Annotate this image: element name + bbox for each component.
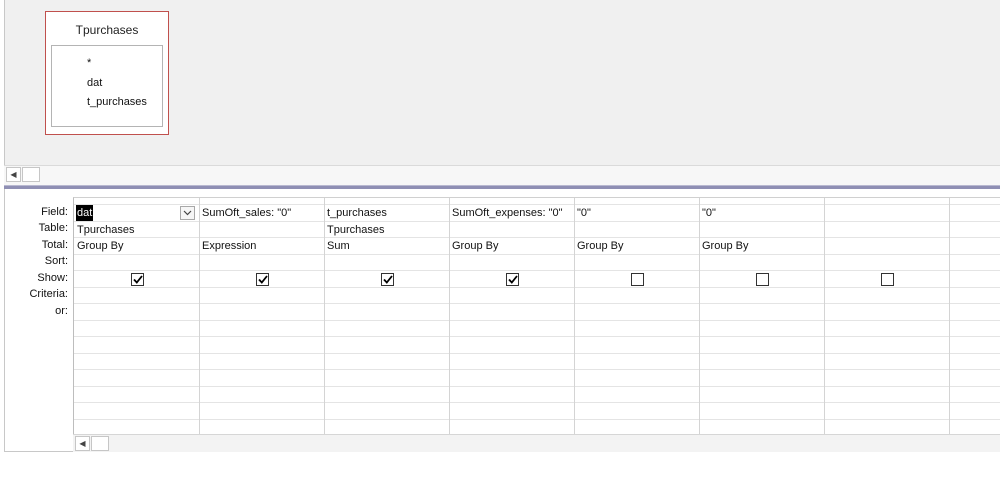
total-cell-col1[interactable]: Group By xyxy=(77,238,123,254)
query-table-pane: Tpurchases * dat t_purchases xyxy=(4,0,1000,165)
checkmark-icon xyxy=(132,275,143,284)
show-checkbox-col2[interactable] xyxy=(256,273,269,286)
chevron-down-icon xyxy=(183,210,192,216)
show-checkbox-col7[interactable] xyxy=(881,273,894,286)
row-label-criteria: Criteria: xyxy=(29,288,68,300)
grid-scroll-thumb[interactable] xyxy=(91,436,109,451)
field-cell-col5[interactable]: "0" xyxy=(577,205,591,221)
scroll-left-button[interactable]: ◀ xyxy=(6,167,21,182)
arrow-left-icon: ◀ xyxy=(10,170,17,179)
field-list-item-all[interactable]: * xyxy=(87,57,91,69)
field-list-item-dat[interactable]: dat xyxy=(87,77,102,89)
total-cell-col4[interactable]: Group By xyxy=(452,238,498,254)
field-list[interactable]: * dat t_purchases xyxy=(51,45,163,127)
grid-horizontal-scrollbar[interactable]: ◀ xyxy=(73,434,1000,452)
row-label-or: or: xyxy=(55,305,68,317)
table-cell-col3[interactable]: Tpurchases xyxy=(327,222,384,238)
table-title[interactable]: Tpurchases xyxy=(46,23,168,37)
total-cell-col5[interactable]: Group By xyxy=(577,238,623,254)
upper-pane-horizontal-scrollbar[interactable]: ◀ xyxy=(4,165,1000,185)
row-label-sort: Sort: xyxy=(44,255,68,267)
row-label-field: Field: xyxy=(41,206,68,218)
show-checkbox-col3[interactable] xyxy=(381,273,394,286)
scroll-thumb[interactable] xyxy=(22,167,40,182)
show-checkbox-col5[interactable] xyxy=(631,273,644,286)
table-field-list-window[interactable]: Tpurchases * dat t_purchases xyxy=(45,11,169,135)
field-cell-col3[interactable]: t_purchases xyxy=(327,205,387,221)
show-checkbox-col4[interactable] xyxy=(506,273,519,286)
field-cell-col6[interactable]: "0" xyxy=(702,205,716,221)
grid-scroll-left-button[interactable]: ◀ xyxy=(75,436,90,451)
table-cell-col1[interactable]: Tpurchases xyxy=(77,222,134,238)
field-list-item-t-purchases[interactable]: t_purchases xyxy=(87,96,147,108)
show-checkbox-col6[interactable] xyxy=(756,273,769,286)
total-cell-col6[interactable]: Group By xyxy=(702,238,748,254)
row-label-table: Table: xyxy=(38,222,68,234)
checkmark-icon xyxy=(507,275,518,284)
field-cell-col1[interactable]: dat xyxy=(76,205,94,221)
arrow-left-icon: ◀ xyxy=(79,439,86,448)
field-cell-col2[interactable]: SumOft_sales: "0" xyxy=(202,205,291,221)
total-cell-col3[interactable]: Sum xyxy=(327,238,350,254)
row-label-total: Total: xyxy=(41,239,68,251)
query-design-grid[interactable]: dat Tpurchases Group By SumOft_sales: "0… xyxy=(73,197,1000,434)
checkmark-icon xyxy=(257,275,268,284)
checkmark-icon xyxy=(382,275,393,284)
show-checkbox-col1[interactable] xyxy=(131,273,144,286)
total-cell-col2[interactable]: Expression xyxy=(202,238,256,254)
field-dropdown-button[interactable] xyxy=(180,206,195,220)
field-cell-col4[interactable]: SumOft_expenses: "0" xyxy=(452,205,563,221)
row-label-show: Show: xyxy=(37,272,68,284)
